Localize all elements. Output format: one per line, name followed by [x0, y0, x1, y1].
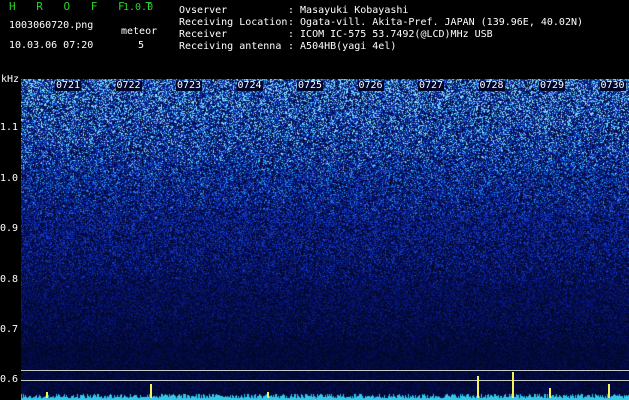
y-tick-label: 1.1	[0, 122, 19, 133]
y-tick-label: 0.7	[0, 324, 19, 335]
meteor-echo	[512, 372, 514, 398]
meteor-echo	[46, 392, 48, 398]
location-label: Receiving Location	[179, 17, 288, 28]
reference-line-upper	[21, 370, 629, 371]
spectrogram-noise	[21, 79, 629, 400]
time-tick-label: 0730	[599, 80, 626, 91]
receiver-label: Receiver	[179, 29, 228, 40]
time-tick-label: 0727	[418, 80, 445, 91]
time-tick-label: 0728	[478, 80, 505, 91]
date-time: 10.03.06 07:20	[9, 40, 94, 51]
antenna-label: Receiving antenna	[179, 41, 282, 52]
y-tick-label: 0.8	[0, 274, 19, 285]
app-version: 1.0.0	[123, 2, 154, 13]
observer-label: Ovserver	[179, 5, 228, 16]
time-tick-label: 0726	[357, 80, 384, 91]
time-tick-label: 0725	[297, 80, 324, 91]
meteor-echo	[477, 376, 479, 398]
meteor-echo	[549, 388, 551, 398]
time-tick-label: 0724	[236, 80, 263, 91]
antenna-value: : A504HB(yagi 4el)	[288, 41, 397, 52]
meteor-echo	[608, 384, 610, 398]
receiver-value: : ICOM IC-575 53.7492(@LCD)MHz USB	[288, 29, 493, 40]
meteor-count: 5	[138, 40, 145, 51]
meteor-echo	[150, 384, 152, 398]
time-tick-label: 0729	[539, 80, 566, 91]
y-axis-unit: kHz	[1, 74, 20, 85]
reference-line-lower	[21, 380, 629, 381]
time-tick-label: 0723	[176, 80, 203, 91]
y-tick-label: 0.6	[0, 374, 19, 385]
time-tick-label: 0721	[55, 80, 82, 91]
meteor-echo	[267, 392, 269, 398]
y-tick-label: 1.0	[0, 173, 19, 184]
meteor-label: meteor	[121, 26, 158, 37]
file-name: 1003060720.png	[9, 20, 94, 31]
location-value: : Ogata-vill. Akita-Pref. JAPAN (139.96E…	[288, 17, 584, 28]
header-panel: H R O F F T 1.0.0 1003060720.png meteor …	[0, 0, 629, 78]
spectrogram-panel	[21, 79, 629, 400]
observer-value: : Masayuki Kobayashi	[288, 5, 409, 16]
time-tick-label: 0722	[115, 80, 142, 91]
y-tick-label: 0.9	[0, 223, 19, 234]
